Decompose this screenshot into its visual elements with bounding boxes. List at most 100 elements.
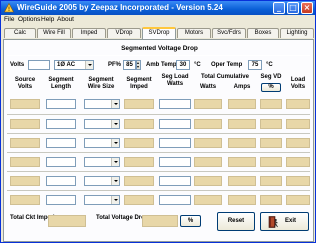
row-separator [7,114,310,115]
app-icon [4,3,14,13]
segment-wire-size-select[interactable] [84,99,120,109]
segment-wire-size-select[interactable] [84,176,120,186]
source-volts-readout [10,138,40,148]
close-button[interactable]: × [301,2,313,14]
segment-wire-size-select[interactable] [84,195,120,205]
pf-spinner[interactable] [136,60,141,70]
segment-wire-size-select[interactable] [84,119,120,129]
segment-length-input[interactable] [46,138,76,148]
segment-imped-readout [124,119,154,129]
menu-file[interactable]: File [4,16,14,23]
col-seg-vd: Seg VD [260,74,282,80]
load-volts-readout [286,99,310,109]
maximize-button[interactable]: □ [287,2,299,14]
seg-vd-readout [260,99,282,109]
cumulative-amps-readout [228,138,256,148]
segment-wire-size-select[interactable] [84,138,120,148]
source-volts-readout [10,157,40,167]
seg-load-watts-input[interactable] [159,138,191,148]
total-vd-percent-button[interactable]: % [180,215,201,227]
col-source-volts: Source Volts [14,77,36,90]
tab-imped[interactable]: Imped [72,28,106,38]
segment-length-input[interactable] [46,119,76,129]
tab-wire-fill[interactable]: Wire Fill [37,28,71,38]
menu-about[interactable]: About [57,16,74,23]
exit-button[interactable]: Exit [260,212,309,231]
segment-imped-readout [124,157,154,167]
cumulative-amps-readout [228,99,256,109]
pf-label: PF% [108,62,122,68]
seg-load-watts-input[interactable] [159,99,191,109]
amb-temp-label: Amb Temp [146,62,177,68]
volts-input[interactable] [28,60,50,70]
tab-motors[interactable]: Motors [177,28,211,38]
cumulative-watts-readout [194,195,222,205]
seg-load-watts-input[interactable] [159,119,191,129]
chevron-down-icon[interactable] [111,100,119,108]
chevron-down-icon[interactable] [111,196,119,204]
seg-load-watts-input[interactable] [159,157,191,167]
tab-vdrop[interactable]: VDrop [107,28,141,38]
load-volts-readout [286,119,310,129]
volts-label: Volts [10,62,25,68]
segment-length-input[interactable] [46,176,76,186]
source-volts-readout [10,195,40,205]
segment-length-input[interactable] [46,195,76,205]
col-segment-wire-size: Segment Wire Size [87,77,115,90]
chevron-down-icon[interactable] [111,120,119,128]
chevron-down-icon[interactable] [111,177,119,185]
exit-button-label: Exit [285,218,297,224]
cumulative-amps-readout [228,119,256,129]
heading-divider [7,55,310,56]
cumulative-watts-readout [194,157,222,167]
total-ckt-imped-readout [48,215,86,227]
oper-temp-input[interactable]: 75 [248,60,262,70]
segment-imped-readout [124,176,154,186]
segment-length-input[interactable] [46,157,76,167]
pf-input[interactable]: 85 [123,60,136,70]
cumulative-watts-readout [194,138,222,148]
seg-vd-readout [260,195,282,205]
tab-calc[interactable]: Calc [4,28,36,38]
amb-temp-unit: °C [194,62,201,68]
col-watts: Watts [199,84,217,90]
reset-button[interactable]: Reset [217,212,255,231]
cumulative-amps-readout [228,157,256,167]
cumulative-amps-readout [228,176,256,186]
title-bar[interactable]: WireGuide 2005 by Zeepaz Incorporated - … [1,1,315,15]
tab-svc-fdrs[interactable]: Svc/Fdrs [212,28,246,38]
svdrop-panel: Segmented Voltage Drop Volts 1Ø AC PF% 8… [3,39,314,242]
tab-lighting[interactable]: Lighting [280,28,314,38]
app-window: WireGuide 2005 by Zeepaz Incorporated - … [0,0,316,243]
tab-boxes[interactable]: Boxes [247,28,279,38]
minimize-button[interactable]: _ [273,2,285,14]
col-segment-imped: Segment Imped [126,77,152,90]
load-volts-readout [286,138,310,148]
menu-options[interactable]: Options [18,16,40,23]
seg-vd-readout [260,119,282,129]
chevron-down-icon[interactable] [111,139,119,147]
total-voltage-drop-readout [142,215,178,227]
oper-temp-label: Oper Temp [211,62,243,68]
seg-load-watts-input[interactable] [159,176,191,186]
window-title: WireGuide 2005 by Zeepaz Incorporated - … [17,3,223,12]
tab-svdrop[interactable]: SVDrop [142,27,176,39]
segment-imped-readout [124,138,154,148]
phase-select[interactable]: 1Ø AC [54,60,94,70]
chevron-down-icon[interactable] [85,61,93,69]
row-separator [7,152,310,153]
row-separator [7,133,310,134]
segment-imped-readout [124,195,154,205]
col-segment-length: Segment Length [48,77,74,90]
menu-bar: File Options Help About [1,15,315,25]
amb-temp-input[interactable]: 30 [176,60,190,70]
segment-wire-size-select[interactable] [84,157,120,167]
chevron-down-icon[interactable] [111,158,119,166]
col-load-volts: Load Volts [290,77,306,90]
cumulative-watts-readout [194,119,222,129]
menu-help[interactable]: Help [41,16,54,23]
seg-load-watts-input[interactable] [159,195,191,205]
segment-length-input[interactable] [46,99,76,109]
seg-vd-percent-button[interactable]: % [261,83,281,92]
tab-strip: Calc Wire Fill Imped VDrop SVDrop Motors… [1,27,315,39]
